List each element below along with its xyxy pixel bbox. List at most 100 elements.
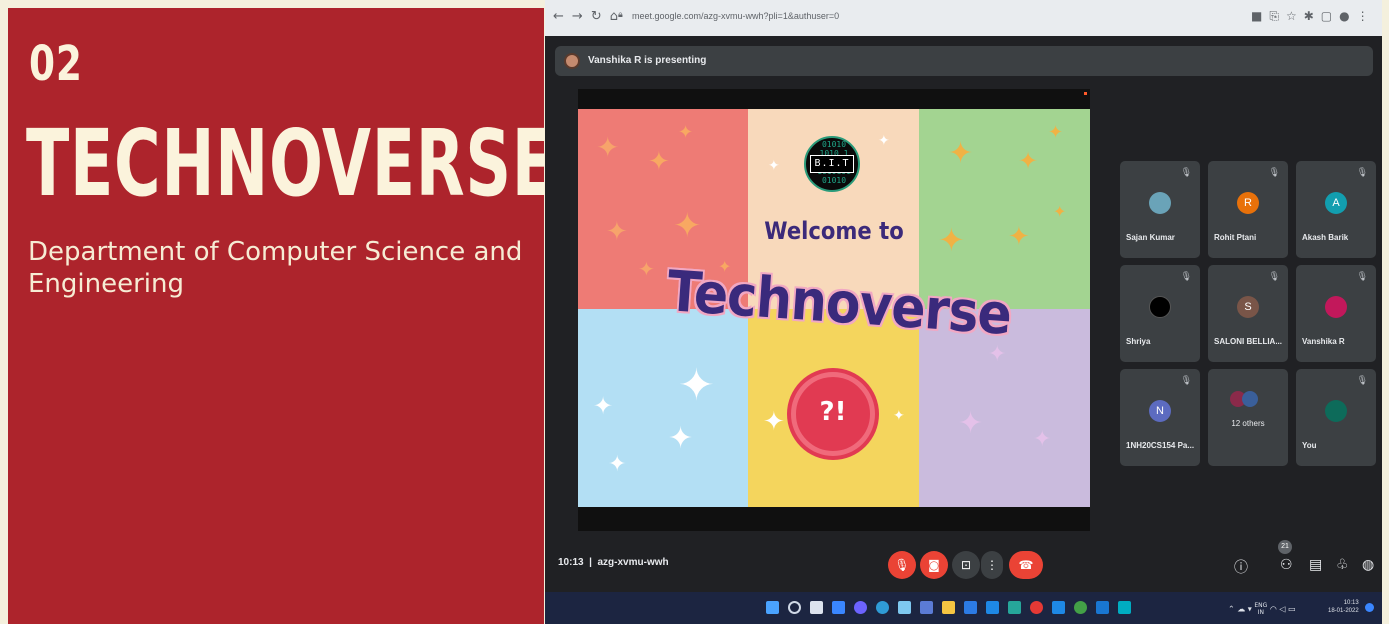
bit-logo: 01010 1010 1 01010 1010101 01010 B.I.T bbox=[804, 136, 860, 192]
sparkle-icon: ✦ bbox=[673, 206, 702, 246]
search-icon[interactable] bbox=[788, 601, 801, 614]
sparkle-icon: ✦ bbox=[1048, 122, 1064, 143]
notification-icon[interactable] bbox=[1365, 603, 1374, 612]
meeting-info: 10:13 | azg-xvmu-wwh bbox=[558, 557, 669, 568]
mic-off-button[interactable]: 🎙︎ bbox=[888, 551, 916, 579]
sparkle-icon: ✦ bbox=[763, 407, 785, 437]
sparkle-icon: ✦ bbox=[768, 158, 780, 174]
present-button[interactable]: ⊡ bbox=[952, 551, 980, 579]
browser-nav: ←→↻⌂ bbox=[553, 9, 626, 24]
tab-icon[interactable]: ▢ bbox=[1321, 9, 1339, 23]
forward-icon[interactable]: → bbox=[572, 9, 591, 24]
camera-indicator-icon[interactable]: ■ bbox=[1251, 9, 1269, 23]
camera-off-button[interactable]: ◙ bbox=[920, 551, 948, 579]
activities-icon[interactable]: ♧ bbox=[1336, 557, 1349, 573]
mic-off-icon: 🎙︎ bbox=[1356, 272, 1368, 282]
separator: | bbox=[586, 557, 595, 568]
cloud-icon[interactable]: ☁ bbox=[1237, 605, 1245, 614]
participant-name: Rohit Ptani bbox=[1214, 233, 1257, 242]
mail-icon[interactable] bbox=[986, 601, 999, 614]
participant-tile[interactable]: 🎙︎ A Akash Barik bbox=[1296, 161, 1376, 258]
sparkle-icon: ✦ bbox=[668, 421, 694, 456]
more-options-button[interactable]: ⋮ bbox=[981, 551, 1003, 579]
presentation-stage[interactable]: ✦ ✦ ✦ ✦ ✦ ✦ ✦ ✦ ✦ ✦ ✦ ✦ ✦ ✦ ✦ ✦ ✦ ✦ ✦ ✦ … bbox=[578, 89, 1090, 531]
clock[interactable]: 10:13 18-01-2022 bbox=[1328, 599, 1359, 615]
info-icon[interactable]: ⓘ bbox=[1234, 557, 1248, 577]
battery-icon[interactable]: ▭ bbox=[1288, 605, 1296, 614]
app-icon[interactable] bbox=[1074, 601, 1087, 614]
language-indicator[interactable]: ENG IN bbox=[1254, 602, 1267, 616]
avatar: S bbox=[1237, 296, 1259, 318]
people-icon[interactable]: ⚇ bbox=[1280, 557, 1293, 573]
app-icon[interactable] bbox=[964, 601, 977, 614]
leave-call-button[interactable]: ☎ bbox=[1009, 551, 1043, 579]
extensions-icon[interactable]: ✱ bbox=[1304, 9, 1321, 23]
app-tray-icon[interactable]: ▾ bbox=[1248, 605, 1252, 614]
windows-taskbar: ⌃ ☁ ▾ ENG IN ◠ ◁ ▭ 10:13 18-01-2022 bbox=[545, 592, 1382, 624]
stage-indicator bbox=[1084, 92, 1087, 95]
participant-name: Akash Barik bbox=[1302, 233, 1349, 242]
share-icon[interactable]: ⎘ bbox=[1269, 9, 1286, 23]
participant-tile[interactable]: 🎙︎ N 1NH20CS154 Pa... bbox=[1120, 369, 1200, 466]
participant-name: SALONI BELLIA... bbox=[1214, 337, 1282, 346]
mic-off-icon: 🎙︎ bbox=[1268, 168, 1280, 178]
app-icon[interactable] bbox=[1096, 601, 1109, 614]
participant-tile[interactable]: 🎙︎ Sajan Kumar bbox=[1120, 161, 1200, 258]
mic-off-icon: 🎙︎ bbox=[1268, 272, 1280, 282]
presenter-avatar bbox=[564, 53, 580, 69]
menu-icon[interactable]: ⋮ bbox=[1357, 9, 1376, 23]
others-count: 12 others bbox=[1231, 419, 1265, 428]
file-explorer-icon[interactable] bbox=[942, 601, 955, 614]
host-controls-icon[interactable]: ◍ bbox=[1362, 557, 1374, 573]
sparkle-icon: ✦ bbox=[893, 408, 905, 424]
self-tile[interactable]: 🎙︎ You bbox=[1296, 369, 1376, 466]
chat-app-icon[interactable] bbox=[854, 601, 867, 614]
meeting-time: 10:13 bbox=[558, 557, 584, 568]
clock-time: 10:13 bbox=[1343, 600, 1359, 606]
volume-icon[interactable]: ◁ bbox=[1279, 605, 1285, 614]
reload-icon[interactable]: ↻ bbox=[591, 9, 610, 24]
chat-icon[interactable]: ▤ bbox=[1309, 557, 1322, 573]
address-bar[interactable]: meet.google.com/azg-xvmu-wwh?pli=1&authu… bbox=[632, 11, 839, 21]
app-icon[interactable] bbox=[1008, 601, 1021, 614]
sparkle-icon: ✦ bbox=[1018, 147, 1039, 175]
avatar: N bbox=[1149, 400, 1171, 422]
store-icon[interactable] bbox=[920, 601, 933, 614]
bookmark-star-icon[interactable]: ☆ bbox=[1286, 9, 1304, 23]
avatar: R bbox=[1237, 192, 1259, 214]
participant-tile[interactable]: 🎙︎ Shriya bbox=[1120, 265, 1200, 362]
others-tile[interactable]: 12 others bbox=[1208, 369, 1288, 466]
sparkle-icon: ✦ bbox=[678, 122, 694, 143]
edge-icon[interactable] bbox=[876, 601, 889, 614]
app-icon[interactable] bbox=[1118, 601, 1131, 614]
back-icon[interactable]: ← bbox=[553, 9, 572, 24]
start-icon[interactable] bbox=[766, 601, 779, 614]
sparkle-icon: ✦ bbox=[958, 406, 984, 441]
participant-tile[interactable]: 🎙︎ R Rohit Ptani bbox=[1208, 161, 1288, 258]
avatar bbox=[1242, 391, 1258, 407]
mic-off-icon: 🎙︎ bbox=[1180, 272, 1192, 282]
mic-off-icon: 🎙︎ bbox=[1180, 376, 1192, 386]
wifi-icon[interactable]: ◠ bbox=[1270, 605, 1277, 614]
avatar: A bbox=[1325, 192, 1347, 214]
avatar bbox=[1325, 296, 1347, 318]
mic-off-icon: 🎙︎ bbox=[1356, 168, 1368, 178]
chrome-icon[interactable] bbox=[1030, 601, 1043, 614]
avatar bbox=[1325, 400, 1347, 422]
notepad-icon[interactable] bbox=[898, 601, 911, 614]
lock-icon[interactable]: 🔒︎ bbox=[618, 10, 623, 20]
mic-off-icon: 🎙︎ bbox=[1180, 168, 1192, 178]
widgets-icon[interactable] bbox=[832, 601, 845, 614]
profile-icon[interactable]: ● bbox=[1339, 9, 1356, 23]
participant-tile[interactable]: 🎙︎ Vanshika R bbox=[1296, 265, 1376, 362]
question-badge: ?! bbox=[791, 372, 875, 456]
meet-screenshot: ←→↻⌂ 🔒︎ meet.google.com/azg-xvmu-wwh?pli… bbox=[545, 0, 1382, 624]
people-count-badge: 21 bbox=[1278, 540, 1292, 554]
app-icon[interactable] bbox=[1052, 601, 1065, 614]
system-tray: ⌃ ☁ ▾ ENG IN ◠ ◁ ▭ bbox=[1228, 602, 1296, 616]
avatar bbox=[1149, 192, 1171, 214]
task-view-icon[interactable] bbox=[810, 601, 823, 614]
sparkle-icon: ✦ bbox=[948, 136, 974, 171]
chevron-up-icon[interactable]: ⌃ bbox=[1228, 605, 1235, 614]
participant-tile[interactable]: 🎙︎ S SALONI BELLIA... bbox=[1208, 265, 1288, 362]
